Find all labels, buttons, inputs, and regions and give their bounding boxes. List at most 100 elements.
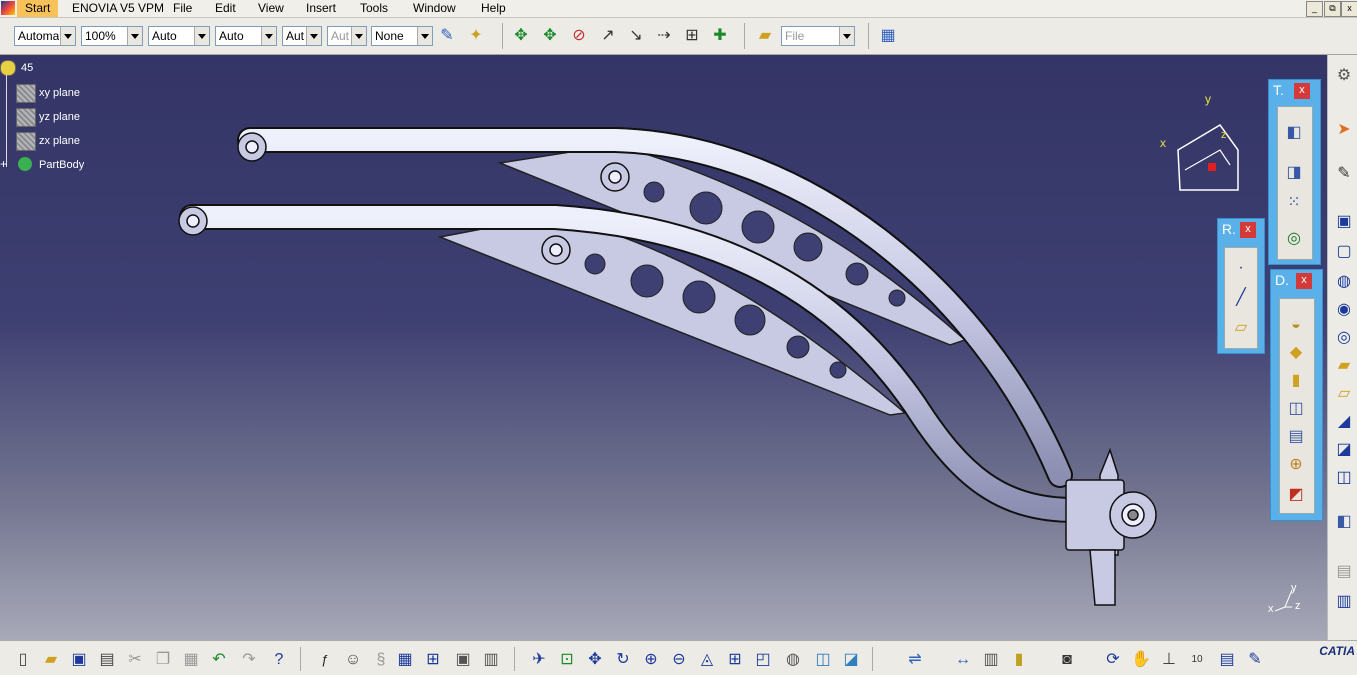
measure-icon[interactable]: ↗ [598, 26, 618, 46]
line-thickness-combo[interactable]: Auto [148, 26, 210, 46]
fit-all-icon[interactable]: ⊡ [556, 649, 578, 671]
shading-icon[interactable]: ◍ [782, 649, 804, 671]
rib-icon[interactable]: ▰ [1333, 355, 1355, 377]
point-symbol-combo[interactable]: Aut [282, 26, 322, 46]
update-icon[interactable]: ⇌ [904, 649, 926, 671]
r-panel-title[interactable]: R. [1222, 221, 1236, 237]
capture-camera-icon[interactable]: ◙ [1056, 649, 1078, 671]
shell-icon[interactable]: ◫ [1284, 397, 1308, 421]
minimize-button[interactable]: _ [1306, 1, 1323, 17]
close-icon[interactable]: x [1294, 83, 1310, 99]
format-icon[interactable]: ✦ [466, 26, 486, 46]
pad-icon[interactable]: ▣ [1333, 211, 1355, 233]
plane-icon[interactable]: ▱ [1229, 316, 1253, 340]
draft-icon[interactable]: ▮ [1284, 369, 1308, 393]
edge-fillet-icon[interactable]: ◒ [1284, 313, 1308, 337]
close-icon[interactable]: x [1296, 273, 1312, 289]
close-icon[interactable]: x [1240, 222, 1256, 238]
app-logo-icon[interactable] [1, 1, 15, 15]
chevron-down-icon[interactable] [417, 27, 432, 45]
pocket-icon[interactable]: ▢ [1333, 241, 1355, 263]
t-panel-title[interactable]: T. [1273, 82, 1284, 98]
lock-icon[interactable]: ▣ [452, 649, 474, 671]
select-arrow-icon[interactable]: ➤ [1333, 119, 1355, 141]
hole-icon[interactable]: ◎ [1333, 327, 1355, 349]
line-style-combo[interactable]: Auto [215, 26, 277, 46]
removed-loft-icon[interactable]: ◫ [1333, 467, 1355, 489]
normal-view-icon[interactable]: ◬ [696, 649, 718, 671]
measure-inertia-icon[interactable]: ⊞ [682, 26, 702, 46]
parameters-icon[interactable]: ▥ [480, 649, 502, 671]
restore-button[interactable]: ⧉ [1324, 1, 1341, 17]
point-icon[interactable]: · [1229, 256, 1253, 280]
thick-surface-icon[interactable]: ▥ [1333, 591, 1355, 613]
rotate-icon[interactable]: ✥ [540, 26, 560, 46]
chevron-down-icon[interactable] [127, 27, 142, 45]
work-on-support-icon[interactable]: ▤ [1216, 649, 1238, 671]
painter-icon[interactable]: ✎ [437, 26, 457, 46]
knowledge-icon[interactable]: ☺ [342, 649, 364, 671]
chevron-down-icon[interactable] [306, 27, 321, 45]
menu-help[interactable]: Help [481, 0, 506, 17]
constraint-icon[interactable]: ↔ [952, 649, 974, 671]
transparency-combo[interactable]: 100% [81, 26, 143, 46]
pan-icon[interactable]: ✥ [584, 649, 606, 671]
chevron-down-icon[interactable] [261, 27, 276, 45]
slot-icon[interactable]: ▱ [1333, 383, 1355, 405]
rotate-view-icon[interactable]: ↻ [612, 649, 634, 671]
line-icon[interactable]: ╱ [1229, 286, 1253, 310]
undo-icon[interactable]: ↶ [208, 649, 230, 671]
chamfer-icon[interactable]: ◆ [1284, 341, 1308, 365]
sketcher-icon[interactable]: ✎ [1244, 649, 1266, 671]
measure-item-icon[interactable]: ⇢ [654, 26, 674, 46]
catalog-icon[interactable]: ▦ [878, 26, 898, 46]
multi-body-icon[interactable]: ◨ [1282, 161, 1306, 185]
menu-view[interactable]: View [258, 0, 284, 17]
menu-enovia[interactable]: ENOVIA V5 VPM [72, 0, 164, 17]
whats-this-icon[interactable]: ? [268, 649, 290, 671]
material-icon[interactable]: ▮ [1008, 649, 1030, 671]
r-toolbar-panel[interactable]: R. x · ╱ ▱ [1217, 218, 1265, 354]
measure-tool-icon[interactable]: ▥ [980, 649, 1002, 671]
chevron-down-icon[interactable] [60, 27, 75, 45]
move-compass-icon[interactable]: ✥ [511, 26, 531, 46]
d-panel-title[interactable]: D. [1275, 272, 1289, 288]
menu-tools[interactable]: Tools [360, 0, 388, 17]
3d-viewport[interactable]: 45 xy plane yz plane zx plane + PartBody [0, 55, 1327, 640]
axis-system-icon[interactable]: ⊥ [1158, 649, 1180, 671]
thickness-icon[interactable]: ▤ [1284, 425, 1308, 449]
start-menu[interactable]: Start [17, 0, 59, 17]
open-folder-icon[interactable]: ▰ [755, 26, 775, 46]
multi-view-icon[interactable]: ⊞ [724, 649, 746, 671]
hide-show-icon[interactable]: ◫ [812, 649, 834, 671]
groove-icon[interactable]: ◉ [1333, 299, 1355, 321]
new-document-icon[interactable]: ▯ [12, 649, 34, 671]
scale-icon[interactable]: ◎ [1282, 227, 1306, 251]
swap-space-icon[interactable]: ◪ [840, 649, 862, 671]
measure-between-icon[interactable]: ↘ [626, 26, 646, 46]
fillet-icon[interactable]: ◧ [1282, 121, 1306, 145]
menu-edit[interactable]: Edit [215, 0, 236, 17]
remove-face-icon[interactable]: ◩ [1284, 483, 1308, 507]
tree-icon[interactable]: ⊞ [422, 649, 444, 671]
reference-icon[interactable]: ✚ [710, 26, 730, 46]
menu-insert[interactable]: Insert [306, 0, 336, 17]
table-icon[interactable]: ▦ [394, 649, 416, 671]
save-icon[interactable]: ▣ [68, 649, 90, 671]
fly-mode-icon[interactable]: ✈ [528, 649, 550, 671]
zoom-out-icon[interactable]: ⊖ [668, 649, 690, 671]
zoom-in-icon[interactable]: ⊕ [640, 649, 662, 671]
snap-icon[interactable]: ⊘ [569, 26, 589, 46]
isometric-view-icon[interactable]: ◰ [752, 649, 774, 671]
settings-gear-icon[interactable]: ⚙ [1333, 65, 1355, 87]
formula-icon[interactable]: ƒ [314, 649, 336, 671]
thread-icon[interactable]: ⊕ [1284, 453, 1308, 477]
sketch-icon[interactable]: ✎ [1333, 163, 1355, 185]
shaft-icon[interactable]: ◍ [1333, 271, 1355, 293]
menu-window[interactable]: Window [413, 0, 456, 17]
stiffener-icon[interactable]: ◢ [1333, 411, 1355, 433]
grid-snap-icon[interactable]: 10 [1186, 649, 1208, 671]
hand-icon[interactable]: ✋ [1130, 649, 1152, 671]
open-icon[interactable]: ▰ [40, 649, 62, 671]
menu-file[interactable]: File [173, 0, 192, 17]
